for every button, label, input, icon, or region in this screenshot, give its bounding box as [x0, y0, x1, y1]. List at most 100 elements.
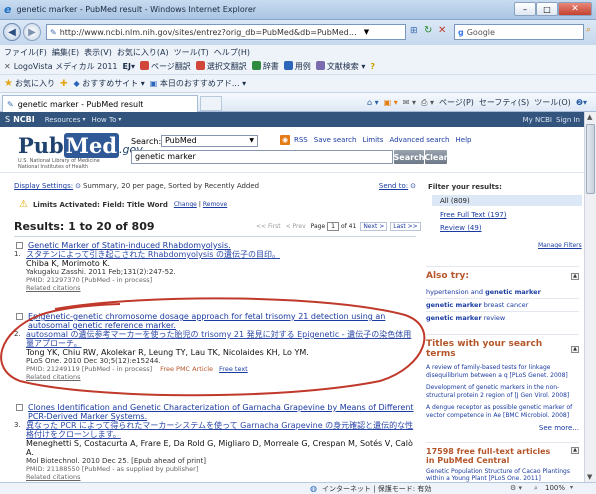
zoom-icon[interactable]: ⌕ [534, 484, 538, 493]
clear-button[interactable]: Clear [424, 150, 448, 164]
tab-current[interactable]: ✎ genetic marker - PubMed result [2, 95, 198, 112]
search-input[interactable]: genetic marker [131, 150, 393, 164]
send-to-dropdown-icon[interactable]: ⊙ [410, 182, 416, 190]
help-icon[interactable]: ? [370, 62, 375, 71]
search-go-icon[interactable]: ⌕ [586, 25, 591, 35]
address-dropdown-icon[interactable]: ▼ [364, 28, 369, 36]
logovista-brand[interactable]: LogoVista メディカル 2011 [14, 61, 118, 72]
menu-tools[interactable]: ツール(T) [174, 47, 209, 58]
advanced-search-link[interactable]: Advanced search [389, 136, 449, 144]
sign-in-link[interactable]: Sign In [556, 116, 580, 124]
titles-item-3[interactable]: A dengue receptor as possible genetic ma… [426, 404, 579, 419]
menu-edit[interactable]: 編集(E) [52, 47, 79, 58]
maximize-button[interactable]: □ [536, 2, 558, 16]
help-link[interactable]: Help [456, 136, 472, 144]
menu-help[interactable]: ヘルプ(H) [214, 47, 250, 58]
select-translate[interactable]: 選択文翻訳 [195, 61, 247, 72]
scroll-up-icon[interactable]: ▲ [587, 113, 592, 121]
print-icon[interactable]: ⎙ ▾ [421, 98, 434, 108]
todays-addons[interactable]: ▣ 本日のおすすめアド... ▾ [150, 78, 246, 89]
collapse-titles-icon[interactable]: ▲ [571, 345, 579, 353]
close-toolbar-icon[interactable]: ✕ [4, 62, 11, 71]
favorites-button[interactable]: お気に入り [15, 78, 55, 89]
mail-icon[interactable]: ✉ ▾ [403, 98, 416, 107]
forward-button[interactable]: ▶ [23, 23, 41, 41]
pager-last[interactable]: Last >> [390, 222, 421, 231]
howto-link[interactable]: How To [91, 116, 116, 124]
rss-link[interactable]: RSS [294, 136, 308, 144]
home-icon[interactable]: ⌂ ▾ [367, 98, 379, 107]
scroll-down-icon[interactable]: ▼ [587, 473, 592, 481]
compat-icon[interactable]: ⊞ [410, 26, 418, 36]
also-try-item-1[interactable]: hypertension and genetic marker [426, 286, 579, 298]
close-window-button[interactable]: ✕ [558, 2, 592, 16]
titles-item-1[interactable]: A review of family-based tests for linka… [426, 364, 579, 379]
pager-prev[interactable]: < Prev [286, 223, 306, 230]
stop-icon[interactable]: ✕ [438, 25, 446, 36]
protected-mode-icon[interactable]: ⚙ ▾ [510, 484, 522, 492]
page-menu[interactable]: ページ(P) [439, 97, 474, 108]
ncbi-brand[interactable]: NCBI [13, 115, 35, 124]
menu-view[interactable]: 表示(V) [84, 47, 112, 58]
tools-menu[interactable]: ツール(O) [534, 97, 571, 108]
examples[interactable]: 用例 [283, 61, 311, 72]
database-dropdown-icon[interactable]: ▼ [249, 136, 254, 146]
add-favorite-icon[interactable]: ✚ [60, 79, 68, 89]
display-settings-link[interactable]: Display Settings: [14, 182, 73, 190]
my-ncbi-link[interactable]: My NCBI [523, 116, 552, 124]
minimize-button[interactable]: – [514, 2, 536, 16]
refresh-icon[interactable]: ↻ [424, 25, 432, 36]
scroll-thumb[interactable] [586, 124, 595, 194]
menu-file[interactable]: ファイル(F) [4, 47, 47, 58]
suggested-sites[interactable]: ◆ おすすめサイト ▾ [74, 78, 145, 89]
result-title-translation[interactable]: スタチンによって引き起こされた Rhabdomyolysis の遺伝子の目印。 [26, 250, 280, 259]
zoom-level[interactable]: 100% [545, 484, 565, 492]
send-to-link[interactable]: Send to: [379, 182, 408, 190]
search-engine-field[interactable]: g Google [454, 24, 584, 40]
address-field[interactable]: ✎ http://www.ncbi.nlm.nih.gov/sites/entr… [46, 24, 406, 40]
remove-limits-link[interactable]: Remove [203, 201, 227, 208]
manage-filters-link[interactable]: Manage Filters [538, 242, 582, 249]
pager-first[interactable]: << First [256, 223, 281, 230]
back-button[interactable]: ◀ [3, 23, 21, 41]
literature-search[interactable]: 文献検索 ▾ [315, 61, 365, 72]
result-title[interactable]: Genetic Marker of Statin-induced Rhabdom… [28, 241, 231, 250]
also-try-item-2[interactable]: genetic marker breast cancer [426, 298, 579, 311]
feeds-icon[interactable]: ▣ ▾ [384, 98, 398, 107]
related-citations-link[interactable]: Related citations [26, 284, 416, 292]
collapse-also-try-icon[interactable]: ▲ [571, 272, 579, 280]
result-checkbox[interactable] [16, 242, 23, 249]
pager-next[interactable]: Next > [360, 222, 388, 231]
filter-free-full-text[interactable]: Free Full Text (197) [440, 211, 506, 219]
database-select[interactable]: PubMed ▼ [161, 135, 258, 147]
change-limits-link[interactable]: Change [174, 201, 197, 208]
save-search-link[interactable]: Save search [314, 136, 357, 144]
search-button[interactable]: Search [394, 150, 424, 164]
menu-favorites[interactable]: お気に入り(A) [117, 47, 169, 58]
filter-all[interactable]: All (809) [432, 195, 582, 206]
result-title-translation[interactable]: 異なった PCR によって得られたマーカーシステムを使って Garnacha G… [26, 421, 416, 439]
collapse-free-icon[interactable]: ▲ [571, 447, 579, 454]
resources-dropdown-icon[interactable]: ▾ [82, 116, 85, 123]
result-title[interactable]: Clones Identification and Genetic Charac… [28, 403, 416, 421]
display-settings-dropdown-icon[interactable]: ⊙ [75, 182, 81, 190]
see-more-link[interactable]: See more... [426, 424, 579, 432]
pubmed-logo[interactable]: PubMed.gov [18, 133, 143, 158]
zoom-dropdown-icon[interactable]: ▾ [570, 484, 573, 491]
limits-link[interactable]: Limits [362, 136, 383, 144]
filter-review[interactable]: Review (49) [440, 224, 482, 232]
resources-link[interactable]: Resources [45, 116, 81, 124]
howto-dropdown-icon[interactable]: ▾ [118, 116, 121, 123]
help-menu-icon[interactable]: ❷▾ [576, 98, 587, 107]
dictionary[interactable]: 辞書 [251, 61, 279, 72]
result-checkbox[interactable] [16, 404, 23, 411]
ej-dropdown[interactable]: EJ▾ [123, 62, 135, 71]
related-citations-link[interactable]: Related citations [26, 473, 416, 481]
vertical-scrollbar[interactable]: ▲ ▼ [584, 112, 596, 482]
page-translate[interactable]: ページ翻訳 [139, 61, 191, 72]
new-tab-button[interactable] [200, 96, 222, 111]
pager-page-input[interactable]: 1 [327, 222, 339, 231]
safety-menu[interactable]: セーフティ(S) [479, 97, 529, 108]
free-fulltext-item[interactable]: Genetic Population Structure of Cacao Pl… [426, 468, 579, 482]
rss-icon[interactable]: ◉ [280, 135, 290, 145]
